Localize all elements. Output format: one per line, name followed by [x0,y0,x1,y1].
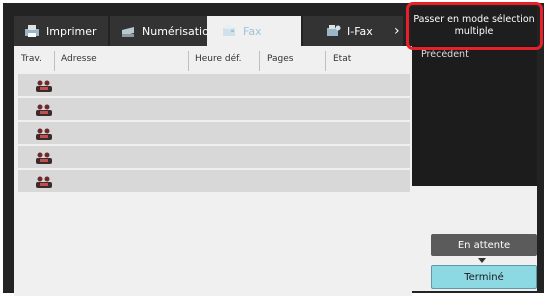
arrow-down-icon [478,258,486,263]
column-header-time: Heure déf. [195,54,242,64]
job-list-panel: Trav. Adresse Heure déf. Pages Etat [14,46,412,296]
tab-ifax-label: I-Fax [347,24,373,38]
table-row[interactable] [18,170,410,192]
column-divider [259,51,260,71]
tab-ifax[interactable]: I-Fax [303,16,403,46]
tab-print[interactable]: Imprimer [14,16,108,46]
table-row[interactable] [18,74,410,96]
table-row[interactable] [18,146,410,168]
ifax-icon [325,24,341,38]
tab-fax-label: Fax [243,24,262,38]
table-row[interactable] [18,98,410,120]
tab-scan-label: Numérisation [142,24,216,38]
tab-scan[interactable]: Numérisation [110,16,216,46]
previous-button[interactable]: Précédent [421,49,469,60]
job-icon [35,78,53,97]
column-header-status: Etat [333,54,352,64]
fax-icon [221,24,237,38]
job-icon [35,126,53,145]
scroll-right-icon[interactable]: › [394,23,400,39]
job-icon [35,174,53,193]
column-divider [325,51,326,71]
done-button[interactable]: Terminé [431,265,537,289]
scanner-icon [120,24,136,38]
column-header-job: Trav. [21,54,42,64]
column-header-pages: Pages [267,54,294,64]
printer-icon [24,24,40,38]
column-header-address: Adresse [61,54,97,64]
job-icon [35,102,53,121]
table-row[interactable] [18,122,410,144]
column-divider [54,51,55,71]
tab-bar: Imprimer Numérisation Fax I-Fax [14,16,414,46]
tab-fax[interactable]: Fax [207,16,301,46]
highlight-frame [406,2,543,50]
table-header: Trav. Adresse Heure déf. Pages Etat [14,51,412,71]
column-divider [188,51,189,71]
job-icon [35,150,53,169]
waiting-button[interactable]: En attente [431,234,537,256]
tab-print-label: Imprimer [46,24,97,38]
